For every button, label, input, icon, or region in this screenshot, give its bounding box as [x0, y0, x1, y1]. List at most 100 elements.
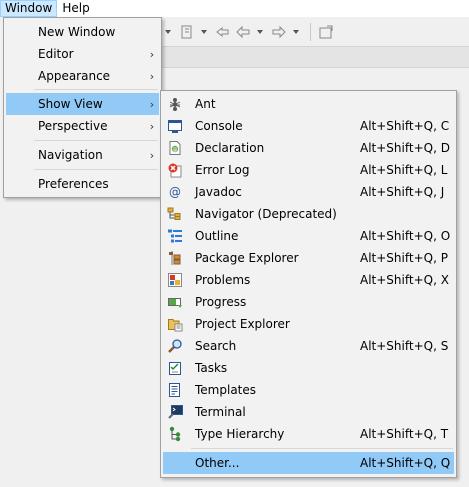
- view-item-shortcut: Alt+Shift+Q, T: [360, 427, 449, 441]
- menu-item-label: Navigation: [38, 148, 103, 162]
- outline-icon: [167, 228, 183, 244]
- view-item-terminal[interactable]: Terminal: [163, 401, 454, 423]
- menu-item-label: Perspective: [38, 119, 108, 133]
- view-item-label: Type Hierarchy: [195, 427, 285, 441]
- view-item-error-log[interactable]: Error Log Alt+Shift+Q, L: [163, 159, 454, 181]
- view-item-label: Outline: [195, 229, 239, 243]
- ant-icon: [167, 96, 183, 112]
- view-item-shortcut: Alt+Shift+Q, X: [360, 273, 449, 287]
- view-item-label: Package Explorer: [195, 251, 299, 265]
- terminal-icon: [167, 404, 183, 420]
- menu-item-perspective[interactable]: Perspective ›: [6, 115, 159, 137]
- menu-separator: [191, 448, 453, 449]
- menu-item-label: Preferences: [38, 177, 109, 191]
- view-item-other[interactable]: Other... Alt+Shift+Q, Q: [163, 452, 454, 474]
- menu-item-label: Show View: [38, 97, 103, 111]
- view-tab-strip: [162, 46, 469, 68]
- view-item-label: Other...: [195, 456, 240, 470]
- view-item-label: Ant: [195, 97, 216, 111]
- chevron-right-icon: ›: [149, 97, 155, 111]
- declaration-icon: @: [167, 140, 183, 156]
- view-item-shortcut: Alt+Shift+Q, Q: [360, 456, 451, 470]
- view-item-label: Error Log: [195, 163, 250, 177]
- menu-item-navigation[interactable]: Navigation ›: [6, 144, 159, 166]
- blank-icon: [167, 455, 183, 471]
- view-item-shortcut: Alt+Shift+Q, L: [360, 163, 448, 177]
- annotation-nav-icon[interactable]: [178, 23, 196, 41]
- view-item-type-hierarchy[interactable]: Type Hierarchy Alt+Shift+Q, T: [163, 423, 454, 445]
- project-explorer-icon: [167, 316, 183, 332]
- view-item-shortcut: Alt+Shift+Q, O: [360, 229, 451, 243]
- type-hierarchy-icon: [167, 426, 183, 442]
- menu-separator: [34, 169, 158, 170]
- search-icon: [167, 338, 183, 354]
- menu-item-new-window[interactable]: New Window: [6, 21, 159, 43]
- view-item-label: Project Explorer: [195, 317, 290, 331]
- menubar-window[interactable]: Window: [0, 0, 58, 17]
- templates-icon: [167, 382, 183, 398]
- view-item-label: Problems: [195, 273, 251, 287]
- package-explorer-icon: [167, 250, 183, 266]
- view-item-shortcut: Alt+Shift+Q, C: [360, 119, 450, 133]
- svg-text:@: @: [173, 147, 178, 153]
- view-item-project-explorer[interactable]: Project Explorer: [163, 313, 454, 335]
- view-item-shortcut: Alt+Shift+Q, D: [360, 141, 450, 155]
- menu-separator: [34, 89, 158, 90]
- view-item-javadoc[interactable]: @ Javadoc Alt+Shift+Q, J: [163, 181, 454, 203]
- view-item-templates[interactable]: Templates: [163, 379, 454, 401]
- view-item-label: Navigator (Deprecated): [195, 207, 337, 221]
- view-item-label: Templates: [195, 383, 257, 397]
- view-item-tasks[interactable]: Tasks: [163, 357, 454, 379]
- chevron-right-icon: ›: [149, 119, 155, 133]
- problems-icon: [167, 272, 183, 288]
- menu-item-show-view[interactable]: Show View ›: [6, 93, 159, 115]
- view-item-ant[interactable]: Ant: [163, 93, 454, 115]
- forward-icon[interactable]: [270, 23, 288, 41]
- show-view-menu: Ant Console Alt+Shift+Q, C @ Declaration…: [160, 90, 457, 478]
- menu-item-label: Editor: [38, 47, 74, 61]
- view-item-progress[interactable]: Progress: [163, 291, 454, 313]
- last-edit-location-icon[interactable]: [214, 23, 232, 41]
- error-log-icon: [167, 162, 183, 178]
- menu-item-preferences[interactable]: Preferences: [6, 173, 159, 195]
- annotation-nav-dropdown-icon[interactable]: [198, 23, 212, 41]
- view-item-search[interactable]: Search Alt+Shift+Q, S: [163, 335, 454, 357]
- menu-item-label: New Window: [38, 25, 116, 39]
- pin-editor-icon[interactable]: [317, 23, 335, 41]
- view-item-label: Progress: [195, 295, 247, 309]
- view-item-console[interactable]: Console Alt+Shift+Q, C: [163, 115, 454, 137]
- view-item-label: Search: [195, 339, 237, 353]
- view-item-navigator[interactable]: Navigator (Deprecated): [163, 203, 454, 225]
- menu-item-editor[interactable]: Editor ›: [6, 43, 159, 65]
- view-item-label: Javadoc: [195, 185, 242, 199]
- chevron-right-icon: ›: [149, 47, 155, 61]
- menu-item-appearance[interactable]: Appearance ›: [6, 65, 159, 87]
- view-item-problems[interactable]: Problems Alt+Shift+Q, X: [163, 269, 454, 291]
- menubar-help[interactable]: Help: [57, 0, 94, 17]
- toolbar-separator: [310, 23, 311, 41]
- window-menu: New Window Editor › Appearance › Show Vi…: [3, 17, 162, 198]
- navigator-icon: [167, 206, 183, 222]
- console-icon: [167, 118, 183, 134]
- view-item-shortcut: Alt+Shift+Q, S: [360, 339, 449, 353]
- tasks-icon: [167, 360, 183, 376]
- view-item-declaration[interactable]: @ Declaration Alt+Shift+Q, D: [163, 137, 454, 159]
- back-dropdown-icon[interactable]: [254, 23, 268, 41]
- view-item-shortcut: Alt+Shift+Q, P: [360, 251, 448, 265]
- chevron-right-icon: ›: [149, 148, 155, 162]
- svg-text:@: @: [169, 185, 181, 199]
- javadoc-icon: @: [167, 184, 183, 200]
- toolbar-dropdown-arrow-icon[interactable]: [162, 23, 176, 41]
- view-item-label: Console: [195, 119, 243, 133]
- view-item-outline[interactable]: Outline Alt+Shift+Q, O: [163, 225, 454, 247]
- menu-separator: [34, 140, 158, 141]
- view-item-label: Terminal: [195, 405, 246, 419]
- view-item-label: Tasks: [195, 361, 228, 375]
- main-toolbar: [162, 21, 462, 43]
- menu-item-label: Appearance: [38, 69, 111, 83]
- menubar: Window Help: [0, 0, 469, 17]
- back-icon[interactable]: [234, 23, 252, 41]
- view-item-package-explorer[interactable]: Package Explorer Alt+Shift+Q, P: [163, 247, 454, 269]
- forward-dropdown-icon[interactable]: [290, 23, 304, 41]
- view-item-shortcut: Alt+Shift+Q, J: [360, 185, 445, 199]
